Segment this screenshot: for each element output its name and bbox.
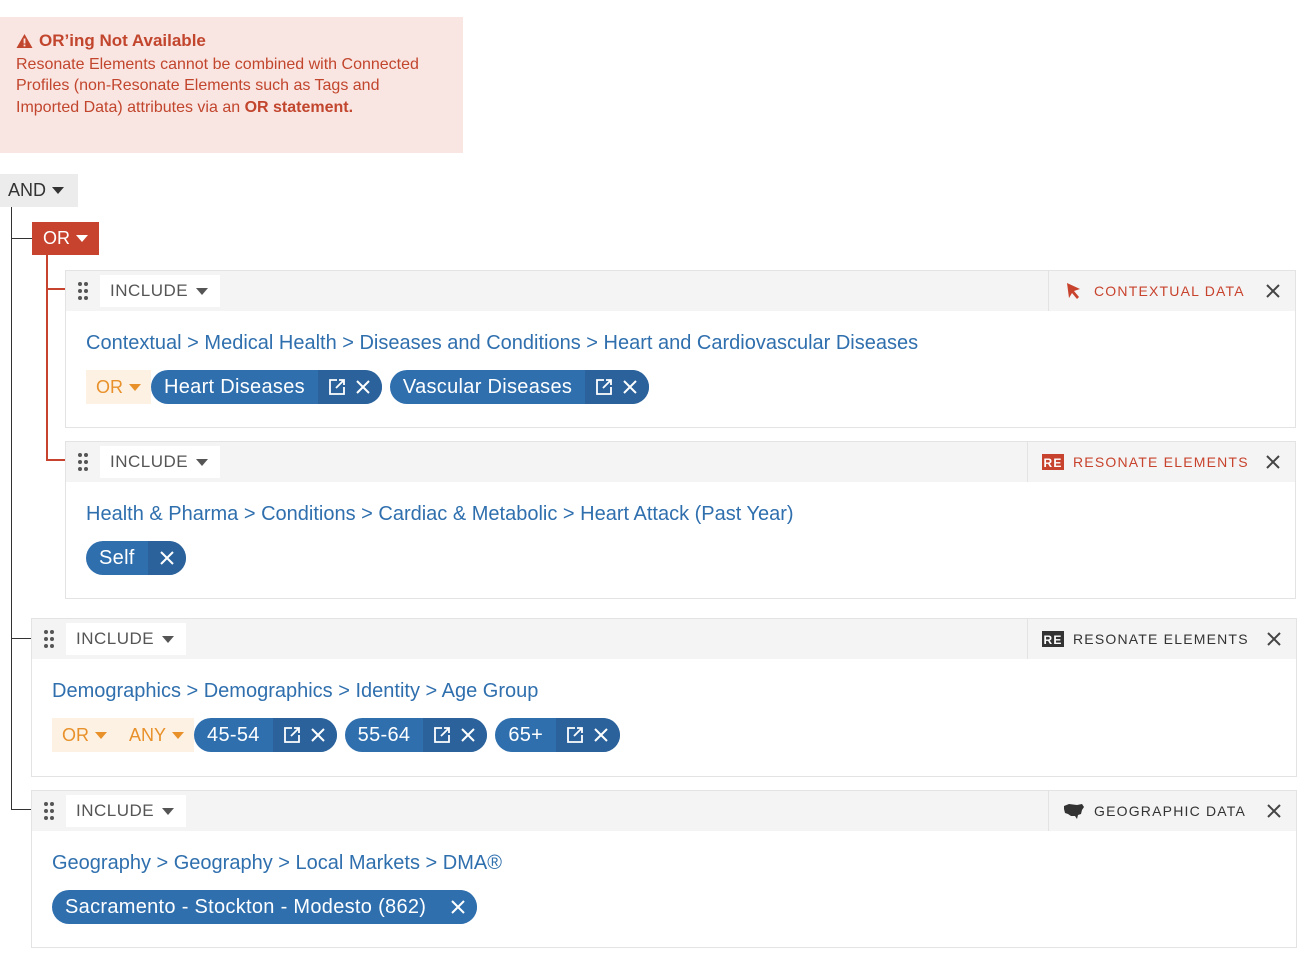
tree-line bbox=[11, 809, 32, 810]
caret-down-icon bbox=[162, 807, 175, 815]
source-label: RE RESONATE ELEMENTS bbox=[1027, 442, 1251, 482]
chip-list: OR Heart Diseases Vascular Diseases bbox=[86, 370, 1295, 404]
or-operator-label: OR bbox=[43, 228, 70, 248]
external-link-icon[interactable] bbox=[566, 726, 584, 744]
re-badge-icon: RE bbox=[1042, 454, 1064, 470]
caret-down-icon bbox=[196, 458, 209, 466]
external-link-icon[interactable] bbox=[595, 378, 613, 396]
breadcrumb[interactable]: Geography > Geography > Local Markets > … bbox=[52, 851, 1296, 875]
value-chip: Sacramento - Stockton - Modesto (862) bbox=[52, 890, 478, 924]
include-dropdown[interactable]: INCLUDE bbox=[100, 275, 221, 307]
remove-rule-button[interactable] bbox=[1263, 281, 1283, 301]
and-operator-label: AND bbox=[8, 180, 47, 200]
group-line bbox=[46, 255, 48, 461]
value-chip: 55-64 bbox=[344, 718, 488, 752]
breadcrumb[interactable]: Health & Pharma > Conditions > Cardiac &… bbox=[86, 502, 1295, 526]
or-operator-dropdown[interactable]: OR bbox=[32, 222, 99, 255]
breadcrumb[interactable]: Contextual > Medical Health > Diseases a… bbox=[86, 331, 1295, 355]
cursor-arrow-icon bbox=[1067, 283, 1080, 299]
match-modifier-dropdown[interactable]: ANY bbox=[117, 718, 195, 752]
caret-down-icon bbox=[95, 731, 107, 739]
close-icon bbox=[1266, 455, 1280, 469]
rule-card: INCLUDE RE RESONATE ELEMENTS Health & Ph… bbox=[65, 441, 1296, 599]
rule-header: INCLUDE CONTEXTUAL DATA bbox=[66, 271, 1295, 311]
caret-down-icon bbox=[196, 287, 209, 295]
rule-header: INCLUDE RE RESONATE ELEMENTS bbox=[66, 442, 1295, 482]
close-icon bbox=[1267, 632, 1281, 646]
caret-down-icon bbox=[52, 187, 65, 194]
close-icon[interactable] bbox=[621, 378, 639, 396]
breadcrumb[interactable]: Demographics > Demographics > Identity >… bbox=[52, 679, 1296, 703]
source-label: RE RESONATE ELEMENTS bbox=[1027, 619, 1252, 659]
operator-modifier-dropdown[interactable]: OR bbox=[52, 718, 117, 752]
close-icon[interactable] bbox=[354, 378, 372, 396]
tree-line bbox=[11, 238, 32, 239]
drag-handle-icon[interactable] bbox=[66, 281, 100, 301]
group-line bbox=[46, 459, 65, 461]
and-operator-dropdown[interactable]: AND bbox=[0, 174, 78, 207]
warning-text: Resonate Elements cannot be combined wit… bbox=[16, 55, 419, 116]
source-label: CONTEXTUAL DATA bbox=[1048, 271, 1251, 311]
external-link-icon[interactable] bbox=[283, 726, 301, 744]
svg-text:RE: RE bbox=[1043, 633, 1062, 647]
operator-modifier-dropdown[interactable]: OR bbox=[86, 370, 151, 404]
warning-icon bbox=[16, 33, 33, 48]
external-link-icon[interactable] bbox=[433, 726, 451, 744]
rule-header: INCLUDE RE RESONATE ELEMENTS bbox=[32, 619, 1296, 659]
include-dropdown[interactable]: INCLUDE bbox=[66, 795, 187, 827]
rule-body: Geography > Geography > Local Markets > … bbox=[32, 831, 1296, 924]
remove-rule-button[interactable] bbox=[1263, 452, 1283, 472]
close-icon[interactable] bbox=[459, 726, 477, 744]
close-icon bbox=[1267, 804, 1281, 818]
drag-handle-icon[interactable] bbox=[32, 801, 66, 821]
external-link-icon[interactable] bbox=[328, 378, 346, 396]
rule-card: INCLUDE CONTEXTUAL DATA Contextual > Med… bbox=[65, 270, 1296, 428]
remove-rule-button[interactable] bbox=[1264, 801, 1284, 821]
close-icon bbox=[1266, 284, 1280, 298]
svg-text:RE: RE bbox=[1043, 456, 1062, 470]
group-line bbox=[46, 288, 65, 290]
close-icon[interactable] bbox=[449, 898, 467, 916]
include-dropdown[interactable]: INCLUDE bbox=[66, 623, 187, 655]
rule-header: INCLUDE GEOGRAPHIC DATA bbox=[32, 791, 1296, 831]
caret-down-icon bbox=[162, 635, 175, 643]
value-chip: 65+ bbox=[495, 718, 621, 752]
include-label: INCLUDE bbox=[76, 629, 155, 648]
close-icon[interactable] bbox=[158, 549, 176, 567]
include-label: INCLUDE bbox=[76, 801, 155, 820]
warning-emphasis: OR statement. bbox=[244, 98, 354, 116]
tree-line bbox=[11, 207, 12, 810]
caret-down-icon bbox=[76, 235, 88, 242]
chip-list: Sacramento - Stockton - Modesto (862) bbox=[52, 890, 1296, 924]
us-map-icon bbox=[1064, 804, 1084, 819]
caret-down-icon bbox=[172, 731, 185, 739]
include-label: INCLUDE bbox=[110, 452, 189, 471]
warning-banner: OR’ing Not Available Resonate Elements c… bbox=[0, 17, 463, 153]
rule-body: Demographics > Demographics > Identity >… bbox=[32, 659, 1296, 752]
value-chip: Self bbox=[86, 541, 186, 575]
drag-handle-icon[interactable] bbox=[66, 452, 100, 472]
remove-rule-button[interactable] bbox=[1264, 629, 1284, 649]
caret-down-icon bbox=[129, 383, 141, 391]
close-icon[interactable] bbox=[592, 726, 610, 744]
re-badge-icon: RE bbox=[1042, 631, 1064, 647]
chip-list: Self bbox=[86, 541, 1295, 575]
value-chip: 45-54 bbox=[194, 718, 337, 752]
tree-line bbox=[11, 638, 32, 639]
rule-body: Contextual > Medical Health > Diseases a… bbox=[66, 311, 1295, 404]
value-chip: Vascular Diseases bbox=[389, 370, 650, 404]
value-chip: Heart Diseases bbox=[151, 370, 382, 404]
include-label: INCLUDE bbox=[110, 281, 189, 300]
close-icon[interactable] bbox=[309, 726, 327, 744]
rule-body: Health & Pharma > Conditions > Cardiac &… bbox=[66, 482, 1295, 575]
chip-list: OR ANY 45-54 55-64 65+ bbox=[52, 718, 1296, 752]
rule-card: INCLUDE RE RESONATE ELEMENTS Demographic… bbox=[31, 618, 1297, 777]
source-label: GEOGRAPHIC DATA bbox=[1048, 791, 1252, 831]
drag-handle-icon[interactable] bbox=[32, 629, 66, 649]
rule-card: INCLUDE GEOGRAPHIC DATA Geography > Geog… bbox=[31, 790, 1297, 948]
warning-title: OR’ing Not Available bbox=[16, 30, 447, 52]
include-dropdown[interactable]: INCLUDE bbox=[100, 446, 221, 478]
